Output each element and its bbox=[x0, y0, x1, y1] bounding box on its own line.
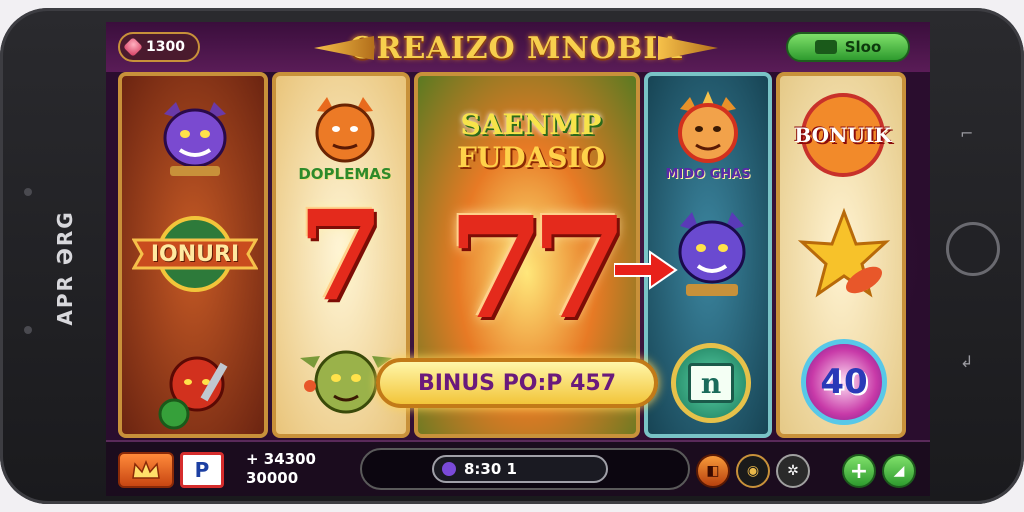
triple-seven-symbol: 77 bbox=[426, 194, 636, 344]
coin-icon bbox=[442, 462, 456, 476]
banner-wing-right bbox=[658, 36, 718, 60]
slot-icon bbox=[814, 40, 837, 54]
panther-symbol bbox=[150, 94, 240, 184]
reel-5: BONUIK 40 bbox=[776, 72, 906, 438]
bonus-banner[interactable]: BINUS PO:P 457 bbox=[376, 358, 658, 408]
arrow-icon: ◢ bbox=[893, 463, 905, 479]
slot-label: Sloo bbox=[844, 38, 882, 56]
reel5-top-label: BONUIK bbox=[794, 123, 892, 147]
sensor-dot bbox=[24, 188, 32, 196]
triple-seven-glyph: 77 bbox=[447, 187, 629, 351]
coin-letter: n bbox=[700, 366, 722, 400]
settings-button[interactable]: ✲ bbox=[776, 454, 810, 488]
go-button[interactable]: ◢ bbox=[882, 454, 916, 488]
coin-plate: n bbox=[688, 363, 734, 403]
bet-readout: + 34300 30000 bbox=[246, 450, 316, 488]
fox-king-symbol: MIDO GHAS bbox=[656, 84, 760, 188]
reel3-title-line2: FUDASIO bbox=[456, 141, 605, 174]
chip-value: 40 bbox=[820, 362, 868, 402]
banner-wing-left bbox=[314, 36, 374, 60]
golden-leaf-symbol bbox=[794, 206, 894, 302]
coins-value: 1300 bbox=[146, 39, 185, 55]
bonus-ribbon-symbol: IONURI bbox=[132, 214, 258, 294]
chip-symbol: 40 bbox=[788, 332, 900, 432]
phone-left-bezel: APR ƏRG bbox=[0, 8, 106, 504]
spin-field[interactable]: 8:30 1 bbox=[360, 448, 690, 490]
panther-symbol-2 bbox=[666, 204, 758, 304]
reel3-title-symbol: SAENMP FUDASIO bbox=[438, 96, 624, 186]
bet-type-button[interactable]: P bbox=[180, 452, 224, 488]
bonus-banner-text: BINUS PO:P 457 bbox=[417, 370, 617, 396]
menu-button[interactable] bbox=[118, 452, 174, 488]
info-icon: ◧ bbox=[706, 463, 720, 479]
add-button[interactable]: + bbox=[842, 454, 876, 488]
game-title-banner: OREAIZO MNOBIA bbox=[314, 26, 718, 70]
reel4-top-label: MIDO GHAS bbox=[665, 166, 751, 182]
gear-icon: ✲ bbox=[787, 463, 799, 479]
paytable-button[interactable]: ◉ bbox=[736, 454, 770, 488]
info-button[interactable]: ◧ bbox=[696, 454, 730, 488]
bonus-badge-symbol: BONUIK bbox=[784, 88, 902, 182]
sensor-dot bbox=[24, 326, 32, 334]
reel3-title-line1: SAENMP bbox=[460, 108, 602, 141]
bet-line-2: 30000 bbox=[246, 469, 299, 487]
reel1-bonus-label: IONURI bbox=[150, 241, 240, 267]
gem-icon bbox=[123, 37, 143, 57]
crown-icon bbox=[132, 460, 160, 479]
game-screen: 1300 OREAIZO MNOBIA Sloo IONURI DOPLEMAS… bbox=[106, 22, 930, 496]
coin-symbol: n bbox=[664, 336, 758, 430]
spin-value-pill: 8:30 1 bbox=[432, 455, 608, 483]
coin-face: n bbox=[671, 343, 751, 423]
back-icon[interactable]: ↲ bbox=[960, 352, 973, 371]
top-bar: 1300 OREAIZO MNOBIA Sloo bbox=[106, 22, 930, 72]
bet-type-label: P bbox=[194, 458, 210, 482]
fox-warrior-symbol bbox=[152, 344, 242, 434]
reel2-top-label: DOPLEMAS bbox=[298, 165, 392, 183]
brand-mark: APR ƏRG bbox=[53, 210, 77, 326]
bottom-bar: P + 34300 30000 8:30 1 ◧ ◉ ✲ + ◢ bbox=[106, 440, 930, 496]
tiger-symbol: DOPLEMAS bbox=[298, 88, 392, 188]
game-title: OREAIZO MNOBIA bbox=[349, 30, 683, 66]
chip-face: 40 bbox=[801, 339, 887, 425]
seven-symbol: 7 bbox=[276, 192, 406, 322]
bet-line-1: + 34300 bbox=[246, 450, 316, 468]
recent-apps-icon[interactable]: ⌐ bbox=[960, 124, 973, 143]
home-button[interactable] bbox=[946, 222, 1000, 276]
paytable-icon: ◉ bbox=[746, 463, 760, 479]
coins-balance[interactable]: 1300 bbox=[118, 32, 200, 62]
seven-glyph: 7 bbox=[297, 184, 385, 329]
reel-1: IONURI bbox=[118, 72, 268, 438]
win-arrow-icon bbox=[614, 250, 678, 290]
slot-button[interactable]: Sloo bbox=[786, 32, 910, 62]
plus-icon: + bbox=[849, 458, 869, 484]
spin-value: 8:30 1 bbox=[464, 460, 517, 478]
